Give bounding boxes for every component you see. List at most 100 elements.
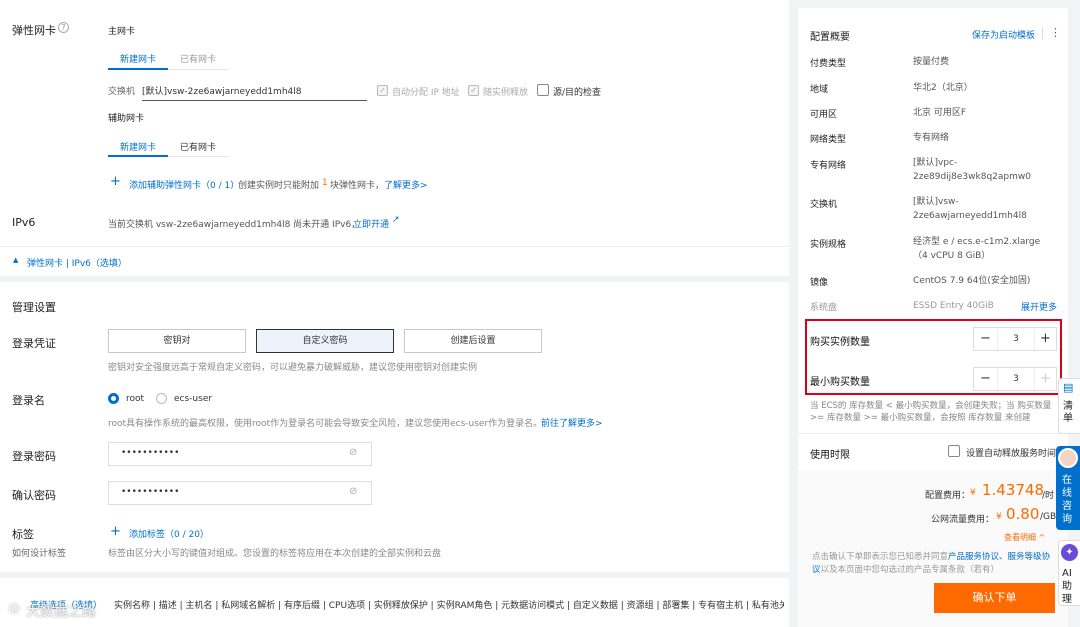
radio-root[interactable] xyxy=(108,393,119,404)
min-qty-stepper[interactable]: − 3 + xyxy=(973,367,1057,391)
cred-keypair-button[interactable]: 密钥对 xyxy=(108,329,246,353)
summary-key: 交换机 xyxy=(810,200,838,210)
ai-assistant-button[interactable]: ✦ AI助理 xyxy=(1058,540,1080,606)
confirm-input[interactable]: ••••••••••• ⊘ xyxy=(108,481,372,505)
agree-pre: 点击确认下单即表示您已知悉并同意 xyxy=(812,552,949,562)
cred-label: 登录凭证 xyxy=(12,337,56,350)
buy-qty-value[interactable]: 3 xyxy=(1002,328,1030,350)
plus-icon[interactable]: + xyxy=(110,174,121,189)
avatar xyxy=(1058,448,1078,468)
summary-key: 可用区 xyxy=(810,110,838,120)
add-note-num: 1 xyxy=(322,178,328,188)
password-value: ••••••••••• xyxy=(121,448,180,458)
min-qty-label: 最小购买数量 xyxy=(810,377,870,388)
radio-ecs-user[interactable] xyxy=(156,393,167,404)
save-template-link[interactable]: 保存为启动模板 xyxy=(972,28,1035,41)
summary-key: 地域 xyxy=(810,85,829,95)
buy-qty-stepper[interactable]: − 3 + xyxy=(973,327,1057,351)
tab-primary-existing[interactable]: 已有网卡 xyxy=(180,52,216,65)
summary-key: 网络类型 xyxy=(810,135,847,145)
eni-panel xyxy=(0,0,789,276)
summary-key: 专有网络 xyxy=(810,161,847,171)
tab-secondary-existing[interactable]: 已有网卡 xyxy=(180,140,216,153)
expand-more-link[interactable]: 展开更多 xyxy=(1021,300,1057,313)
config-fee-currency: ¥ xyxy=(970,488,976,498)
config-fee-label: 配置费用： xyxy=(925,491,971,501)
login-hint-link[interactable]: 前往了解更多> xyxy=(541,416,603,429)
duration-label: 使用时限 xyxy=(810,450,850,461)
tag-design-link[interactable]: 如何设计标签 xyxy=(12,546,66,559)
view-details-link[interactable]: 查看明细 ^ xyxy=(1004,532,1045,543)
tag-hint: 标签由区分大小写的键值对组成。您设置的标签将应用在本次创建的全部实例和云盘 xyxy=(108,549,442,559)
auto-ip-label: 自动分配 IP 地址 xyxy=(392,88,460,98)
login-name-label: 登录名 xyxy=(12,394,45,407)
minus-icon[interactable]: − xyxy=(974,368,998,390)
add-note-post: 块弹性网卡， xyxy=(330,181,385,191)
summary-value: CentOS 7.9 64位(安全加固) xyxy=(913,276,1031,286)
eye-off-icon[interactable]: ⊘ xyxy=(349,447,357,458)
secondary-nic-title: 辅助网卡 xyxy=(108,114,145,124)
summary-key: 镜像 xyxy=(810,278,829,288)
mgmt-title: 管理设置 xyxy=(12,301,56,314)
min-qty-value[interactable]: 3 xyxy=(1002,368,1030,390)
traffic-fee-unit: /GB xyxy=(1040,512,1057,522)
advanced-items: 实例名称 | 描述 | 主机名 | 私网域名解析 | 有序后缀 | CPU选项 … xyxy=(114,601,784,611)
confirm-order-button[interactable]: 确认下单 xyxy=(934,583,1055,613)
more-vertical-icon[interactable]: ⋮ xyxy=(1050,26,1061,39)
plus-icon[interactable]: + xyxy=(1034,328,1056,350)
src-dst-label: 源/目的检查 xyxy=(553,88,602,98)
eye-off-icon[interactable]: ⊘ xyxy=(349,486,357,497)
ai-sparkle-icon: ✦ xyxy=(1061,544,1078,561)
confirm-label: 确认密码 xyxy=(12,489,56,502)
cart-list-label: 清单 xyxy=(1063,401,1073,424)
cred-password-button[interactable]: 自定义密码 xyxy=(256,329,394,353)
qty-note: 当 ECS的 库存数量 < 最小购买数量，会创建失败；当 购买数量 >= 库存数… xyxy=(810,401,1052,423)
add-tag-link[interactable]: 添加标签（0 / 20） xyxy=(129,527,209,540)
password-label: 登录密码 xyxy=(12,450,56,463)
traffic-fee-currency: ¥ xyxy=(996,512,1002,522)
ipv6-text: 当前交换机 vsw-2ze6awjarneyedd1mh4l8 尚未开通 IPv… xyxy=(108,220,361,230)
plus-icon[interactable]: + xyxy=(110,524,121,539)
tab-secondary-new[interactable]: 新建网卡 xyxy=(120,140,156,153)
summary-key: 系统盘 xyxy=(810,303,838,313)
auto-ip-checkbox[interactable]: ✓ xyxy=(377,85,388,96)
traffic-fee: 0.80 xyxy=(1006,505,1040,523)
add-secondary-link[interactable]: 添加辅助弹性网卡（0 / 1） xyxy=(129,178,239,191)
release-checkbox[interactable]: ✓ xyxy=(468,85,479,96)
cred-hint: 密钥对安全强度远高于常规自定义密码，可以避免暴力破解威胁，建议您使用密钥对创建实… xyxy=(108,363,478,373)
tab-primary-new[interactable]: 新建网卡 xyxy=(120,52,156,65)
buy-qty-label: 购买实例数量 xyxy=(810,337,870,348)
online-consult-button[interactable]: 在线咨询 xyxy=(1056,446,1080,530)
tab-underline-2 xyxy=(108,155,168,157)
agree-post: 以及本页面中您勾选过的产品专属条款（若有） xyxy=(820,565,1000,575)
login-hint: root具有操作系统的最高权限，使用root作为登录名可能会导致安全风险，建议您… xyxy=(108,419,543,429)
password-input[interactable]: ••••••••••• ⊘ xyxy=(108,442,372,466)
auto-release-checkbox[interactable] xyxy=(948,445,960,457)
caret-up-icon[interactable]: ▲ xyxy=(13,256,18,264)
summary-value: 专有网络 xyxy=(913,133,950,143)
plus-icon: + xyxy=(1034,368,1056,390)
help-icon[interactable]: ? xyxy=(58,22,69,33)
src-dst-checkbox[interactable] xyxy=(537,84,549,96)
minus-icon[interactable]: − xyxy=(974,328,998,350)
switch-select[interactable]: [默认]vsw-2ze6awjarneyedd1mh4l8 xyxy=(142,84,367,101)
summary-title: 配置概要 xyxy=(810,32,850,43)
summary-key: 付费类型 xyxy=(810,59,847,69)
summary-value: 华北2（北京） xyxy=(913,83,973,93)
summary-value: [默认]vpc-2ze89dij8e3wk8q2apmw0 xyxy=(913,158,1031,182)
summary-value: 按量付费 xyxy=(913,57,950,67)
summary-key: 实例规格 xyxy=(810,240,847,250)
cred-later-button[interactable]: 创建后设置 xyxy=(404,329,542,353)
tab-underline xyxy=(108,68,168,70)
external-link-icon[interactable]: ↗ xyxy=(392,215,400,225)
radio-ecs-user-label: ecs-user xyxy=(174,394,213,404)
traffic-fee-label: 公网流量费用： xyxy=(931,515,995,525)
collapse-eni-link[interactable]: 弹性网卡 | IPv6（选填） xyxy=(27,256,127,269)
radio-root-label: root xyxy=(126,394,145,404)
learn-more-link[interactable]: 了解更多> xyxy=(384,178,428,191)
ipv6-label: IPv6 xyxy=(12,216,36,229)
cart-list-button[interactable]: ▤ 清单 xyxy=(1058,378,1080,434)
summary-value: 北京 可用区F xyxy=(913,108,967,118)
list-icon: ▤ xyxy=(1063,381,1074,394)
ipv6-enable-link[interactable]: 立即开通 xyxy=(353,217,389,230)
